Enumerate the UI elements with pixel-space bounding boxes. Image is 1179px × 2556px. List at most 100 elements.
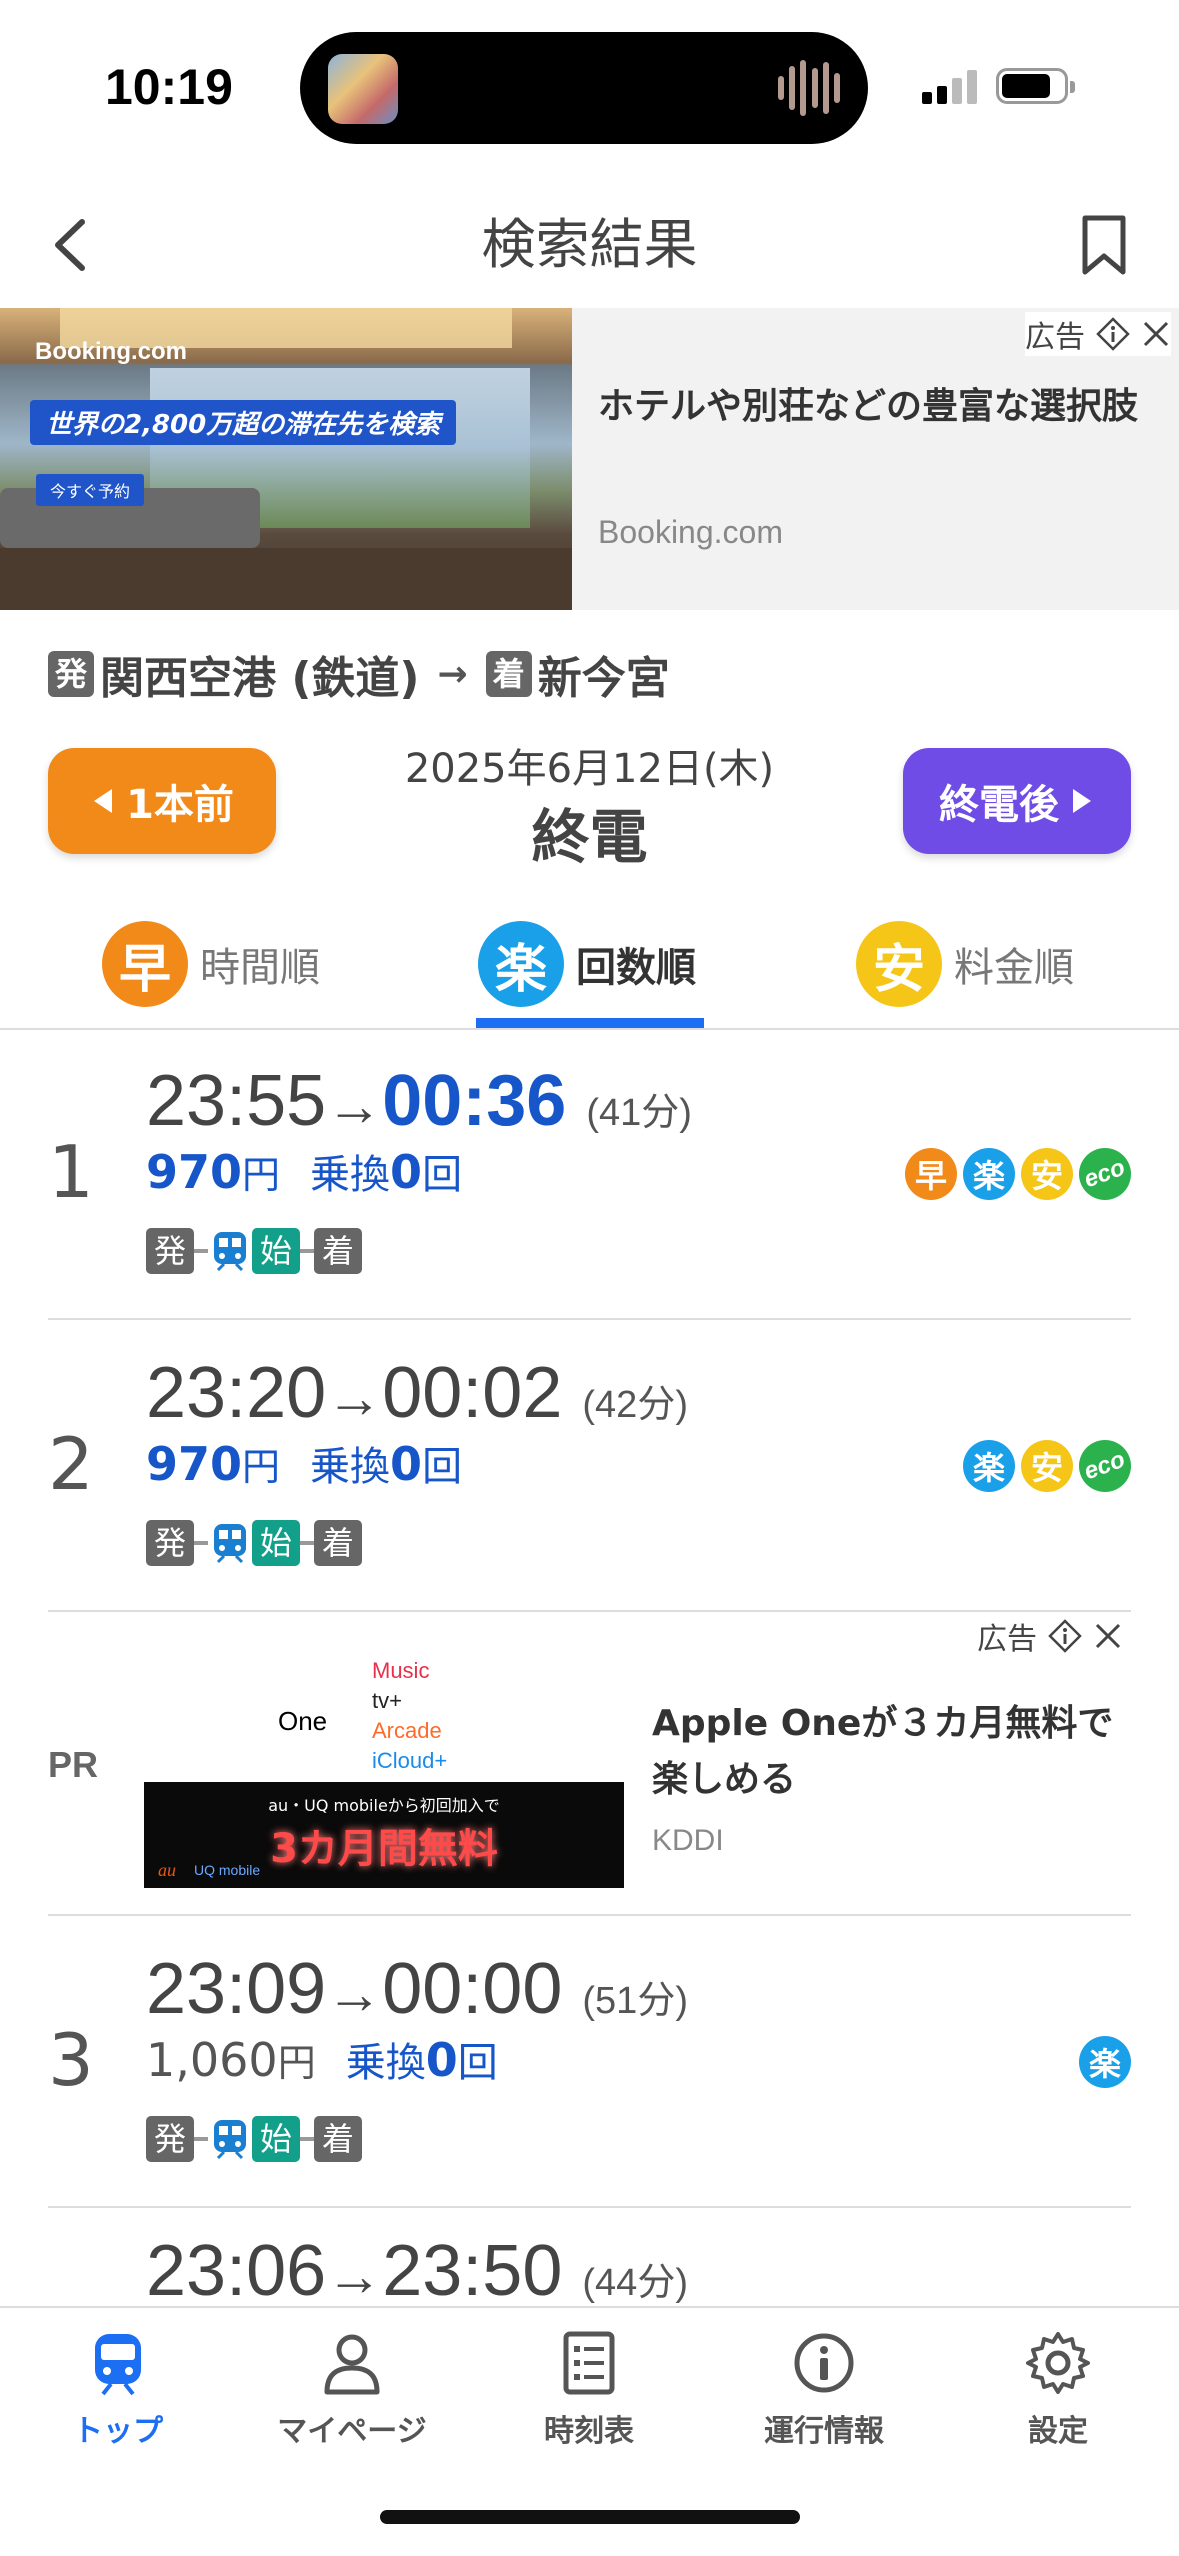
transfer-count: 乗換0回 xyxy=(310,1434,462,1492)
previous-train-label: 1本前 xyxy=(126,782,234,828)
arrive-time: 23:50 xyxy=(382,2231,563,2306)
eco-badge: eco xyxy=(1079,1148,1131,1200)
sort-time-label: 時間順 xyxy=(200,945,320,991)
ad-info-icon[interactable] xyxy=(1095,316,1131,352)
fare: 970円 xyxy=(146,1436,280,1491)
after-last-train-button[interactable]: 終電後 xyxy=(903,748,1131,854)
transfer-label: 乗換 xyxy=(345,2040,426,2086)
arrive-time: 00:36 xyxy=(382,1061,567,1141)
tab-top[interactable]: トップ xyxy=(18,2328,218,2468)
ad-image-button: 今すぐ予約 xyxy=(36,474,145,506)
apple-one-logo: One xyxy=(278,1706,327,1737)
ad-label: 広告 xyxy=(977,1622,1037,1657)
route-result[interactable]: 1 23:55→00:36 (41分) 970円 乗換0回 発 始 着 早 楽 … xyxy=(48,1030,1131,1320)
fare-unit: 円 xyxy=(277,2041,316,2085)
tab-sort-fare[interactable]: 安 料金順 xyxy=(856,914,1074,1014)
ad-image: Booking.com 世界の2,800万超の滞在先を検索 今すぐ予約 xyxy=(0,308,572,610)
to-station: 新今宮 xyxy=(537,653,670,704)
triangle-left-icon xyxy=(94,789,113,813)
depart-time: 23:55 xyxy=(146,1061,327,1141)
sort-fare-label: 料金順 xyxy=(954,945,1074,991)
ad-image: One Music tv+ Arcade iCloud+ au・UQ mobil… xyxy=(144,1656,624,1892)
ad-headline: Apple Oneが３カ月無料で楽しめる xyxy=(652,1703,1114,1800)
timetable-icon xyxy=(563,2331,615,2395)
apple-services-list: Music tv+ Arcade iCloud+ xyxy=(372,1656,447,1776)
ad-source: KDDI xyxy=(652,1824,724,1857)
after-last-train-label: 終電後 xyxy=(939,782,1059,828)
route-result[interactable]: 23:06→23:50 (44分) xyxy=(48,2210,1131,2306)
ad-info-icon[interactable] xyxy=(1047,1618,1083,1654)
result-rank: 3 xyxy=(48,2018,94,2102)
duration: (41分) xyxy=(586,1092,692,1134)
back-button[interactable] xyxy=(40,210,110,280)
route-start-icon: 始 xyxy=(252,1228,300,1274)
fastest-badge: 早 xyxy=(905,1148,957,1200)
au-logo: au xyxy=(158,1860,176,1880)
route-result[interactable]: 3 23:09→00:00 (51分) 1,060円 乗換0回 発 始 着 楽 xyxy=(48,1918,1131,2208)
dynamic-island xyxy=(300,32,868,144)
cheapest-badge: 安 xyxy=(1021,1440,1073,1492)
arrive-time: 00:00 xyxy=(382,1949,563,2029)
transfer-count: 乗換0回 xyxy=(310,1142,462,1200)
duration: (51分) xyxy=(582,1980,688,2022)
ad-banner-booking[interactable]: Booking.com 世界の2,800万超の滞在先を検索 今すぐ予約 ホテルや… xyxy=(0,308,1179,610)
from-badge: 発 xyxy=(48,651,94,697)
transfer-label: 乗換 xyxy=(310,1152,391,1198)
fare-unit: 円 xyxy=(242,1153,281,1197)
transfer-value: 0 xyxy=(390,1145,423,1199)
sort-tabs: 早 時間順 楽 回数順 安 料金順 xyxy=(0,900,1179,1030)
bookmark-icon xyxy=(1082,215,1126,275)
tab-settings[interactable]: 設定 xyxy=(958,2328,1158,2468)
from-station: 関西空港 (鉄道) xyxy=(100,653,420,704)
route-to-icon: 着 xyxy=(314,2116,362,2162)
result-times: 23:20→00:02 (42分) xyxy=(146,1353,688,1433)
tab-service-info[interactable]: 運行情報 xyxy=(724,2328,924,2468)
eco-badge: eco xyxy=(1079,1440,1131,1492)
eco-label: eco xyxy=(1080,1153,1129,1194)
transfer-unit: 回 xyxy=(457,2040,498,2086)
bookmark-button[interactable] xyxy=(1069,210,1139,280)
depart-time: 23:09 xyxy=(146,1949,327,2029)
close-icon[interactable] xyxy=(1093,1621,1123,1651)
arrive-time: 00:02 xyxy=(382,1353,563,1433)
transfer-value: 0 xyxy=(425,2033,458,2087)
info-icon xyxy=(794,2333,854,2393)
now-playing-artwork xyxy=(328,54,398,124)
ad-banner-apple-one[interactable]: PR One Music tv+ Arcade iCloud+ au・UQ mo… xyxy=(48,1614,1131,1916)
result-badges: 楽 安 eco xyxy=(963,1440,1131,1492)
pr-label: PR xyxy=(48,1744,99,1785)
result-rank: 1 xyxy=(48,1130,94,1214)
route-start-icon: 始 xyxy=(252,1520,300,1566)
tab-sort-time[interactable]: 早 時間順 xyxy=(102,914,320,1014)
home-indicator[interactable] xyxy=(380,2510,800,2524)
fare-line: 970円 乗換0回 xyxy=(146,1434,462,1492)
page-title: 検索結果 xyxy=(481,213,698,276)
previous-train-button[interactable]: 1本前 xyxy=(48,748,276,854)
result-badges: 楽 xyxy=(1079,2036,1131,2088)
route-arrow: → xyxy=(437,653,468,695)
close-icon[interactable] xyxy=(1141,319,1171,349)
status-bar: 10:19 xyxy=(0,0,1179,170)
tab-label: 時刻表 xyxy=(544,2414,634,2449)
transfer-value: 0 xyxy=(390,1437,423,1491)
active-tab-indicator xyxy=(476,1018,704,1028)
route-to-icon: 着 xyxy=(314,1228,362,1274)
ad-brand-logo: Booking.com xyxy=(35,338,188,365)
search-time-mode: 終電 xyxy=(531,803,648,871)
sort-transfers-icon: 楽 xyxy=(478,921,564,1007)
tab-timetable[interactable]: 時刻表 xyxy=(489,2328,689,2468)
route-result[interactable]: 2 23:20→00:02 (42分) 970円 乗換0回 発 始 着 楽 安 … xyxy=(48,1322,1131,1612)
sort-fare-icon: 安 xyxy=(856,921,942,1007)
duration: (42分) xyxy=(582,1384,688,1426)
audio-waveform-icon xyxy=(778,58,840,118)
tab-label: トップ xyxy=(73,2414,163,2449)
gear-icon xyxy=(1026,2332,1090,2394)
fare-value: 970 xyxy=(146,1437,243,1491)
duration: (44分) xyxy=(582,2262,688,2304)
tab-mypage[interactable]: マイページ xyxy=(252,2328,452,2468)
tab-sort-transfers[interactable]: 楽 回数順 xyxy=(478,914,696,1014)
result-badges: 早 楽 安 eco xyxy=(905,1148,1131,1200)
chevron-left-icon xyxy=(55,219,85,271)
transfer-count: 乗換0回 xyxy=(346,2030,498,2088)
fare-value: 970 xyxy=(146,1145,243,1199)
